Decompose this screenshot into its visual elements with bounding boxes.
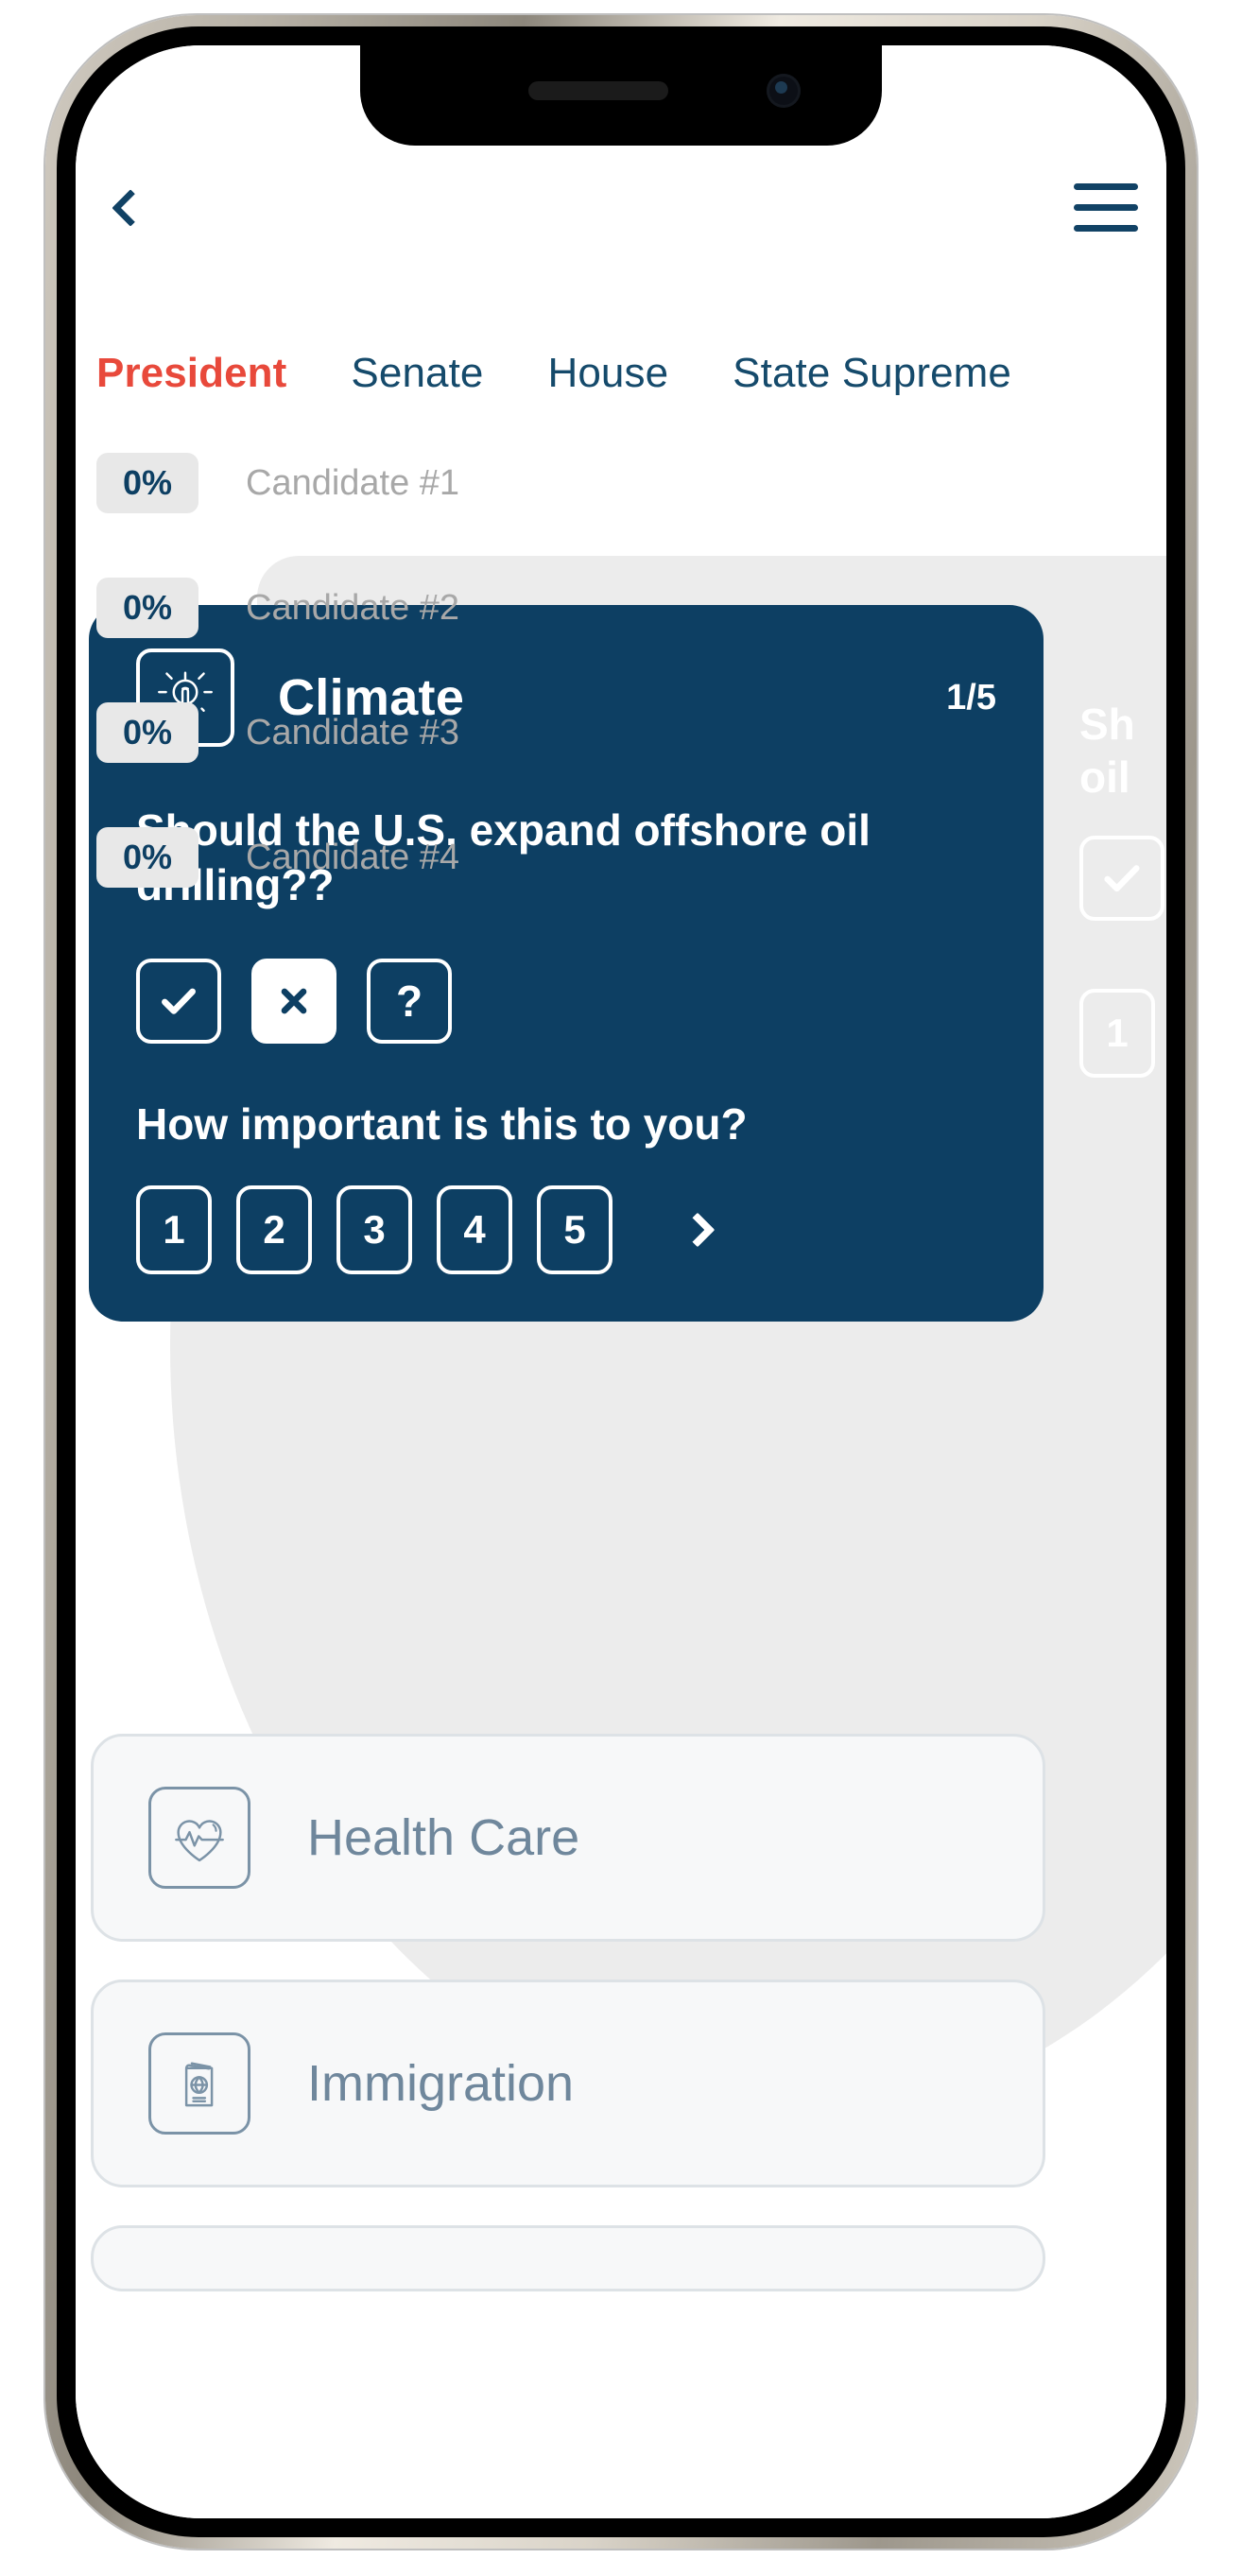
candidate-row[interactable]: 0% Candidate #2 (76, 567, 1166, 648)
question-mark-icon: ? (395, 976, 423, 1026)
heart-pulse-icon (148, 1787, 250, 1889)
passport-globe-glyph (184, 2062, 214, 2107)
topic-label: Health Care (307, 1809, 580, 1866)
hamburger-menu-button[interactable] (1070, 174, 1142, 240)
candidate-match-badge: 0% (96, 702, 198, 763)
answer-yes-button[interactable] (136, 958, 221, 1044)
candidate-name: Candidate #1 (246, 462, 460, 503)
importance-rating-group: 1 2 3 4 5 (136, 1184, 996, 1274)
topic-list: Health Care Immigration (91, 1734, 1045, 2329)
tab-state-supreme[interactable]: State Supreme (733, 350, 1011, 397)
tab-president[interactable]: President (96, 350, 286, 397)
race-tab-bar[interactable]: President Senate House State Supreme (76, 333, 1166, 414)
candidate-name: Candidate #3 (246, 712, 460, 752)
earpiece-speaker (528, 81, 668, 100)
next-question-button[interactable] (669, 1202, 726, 1258)
rating-5-button[interactable]: 5 (537, 1184, 612, 1274)
candidate-name: Candidate #2 (246, 587, 460, 628)
answer-no-button[interactable] (251, 958, 336, 1044)
screenshot-root: President Senate House State Supreme 0% … (0, 0, 1242, 2576)
check-icon (162, 988, 196, 1014)
close-x-icon (281, 988, 307, 1014)
answer-button-group: ? (136, 958, 996, 1044)
phone-notch (360, 45, 882, 146)
app-viewport: President Senate House State Supreme 0% … (76, 45, 1166, 2518)
back-button[interactable] (95, 172, 166, 244)
topic-label: Immigration (307, 2055, 575, 2112)
candidate-match-badge: 0% (96, 578, 198, 638)
candidate-name: Candidate #4 (246, 837, 460, 877)
passport-globe-icon (148, 2032, 250, 2135)
next-card-rating-1-button[interactable]: 1 (1079, 989, 1155, 1079)
hamburger-menu-icon-line-1 (1074, 182, 1138, 190)
tab-house[interactable]: House (547, 350, 668, 397)
app-header (76, 164, 1166, 251)
front-camera-icon (767, 74, 801, 108)
topic-row-immigration[interactable]: Immigration (91, 1980, 1045, 2187)
importance-prompt: How important is this to you? (136, 1098, 748, 1149)
candidate-row[interactable]: 0% Candidate #1 (76, 442, 1166, 524)
hamburger-menu-icon-line-3 (1074, 224, 1138, 232)
rating-3-button[interactable]: 3 (336, 1184, 412, 1274)
candidate-row[interactable]: 0% Candidate #3 (76, 692, 1166, 773)
hamburger-menu-icon-line-2 (1074, 203, 1138, 211)
rating-2-button[interactable]: 2 (236, 1184, 312, 1274)
heart-pulse-glyph (175, 1820, 224, 1862)
rating-1-button[interactable]: 1 (136, 1184, 212, 1274)
candidate-row[interactable]: 0% Candidate #4 (76, 817, 1166, 898)
phone-screen: President Senate House State Supreme 0% … (76, 45, 1166, 2518)
candidate-match-badge: 0% (96, 453, 198, 513)
rating-4-button[interactable]: 4 (437, 1184, 512, 1274)
topic-row-next-partial[interactable] (91, 2225, 1045, 2291)
chevron-left-icon (112, 189, 149, 227)
chevron-right-icon (680, 1212, 716, 1248)
answer-unsure-button[interactable]: ? (367, 958, 452, 1044)
candidate-list: 0% Candidate #1 0% Candidate #2 0% Candi… (76, 442, 1166, 942)
tab-senate[interactable]: Senate (351, 350, 483, 397)
topic-row-health-care[interactable]: Health Care (91, 1734, 1045, 1942)
candidate-match-badge: 0% (96, 827, 198, 888)
